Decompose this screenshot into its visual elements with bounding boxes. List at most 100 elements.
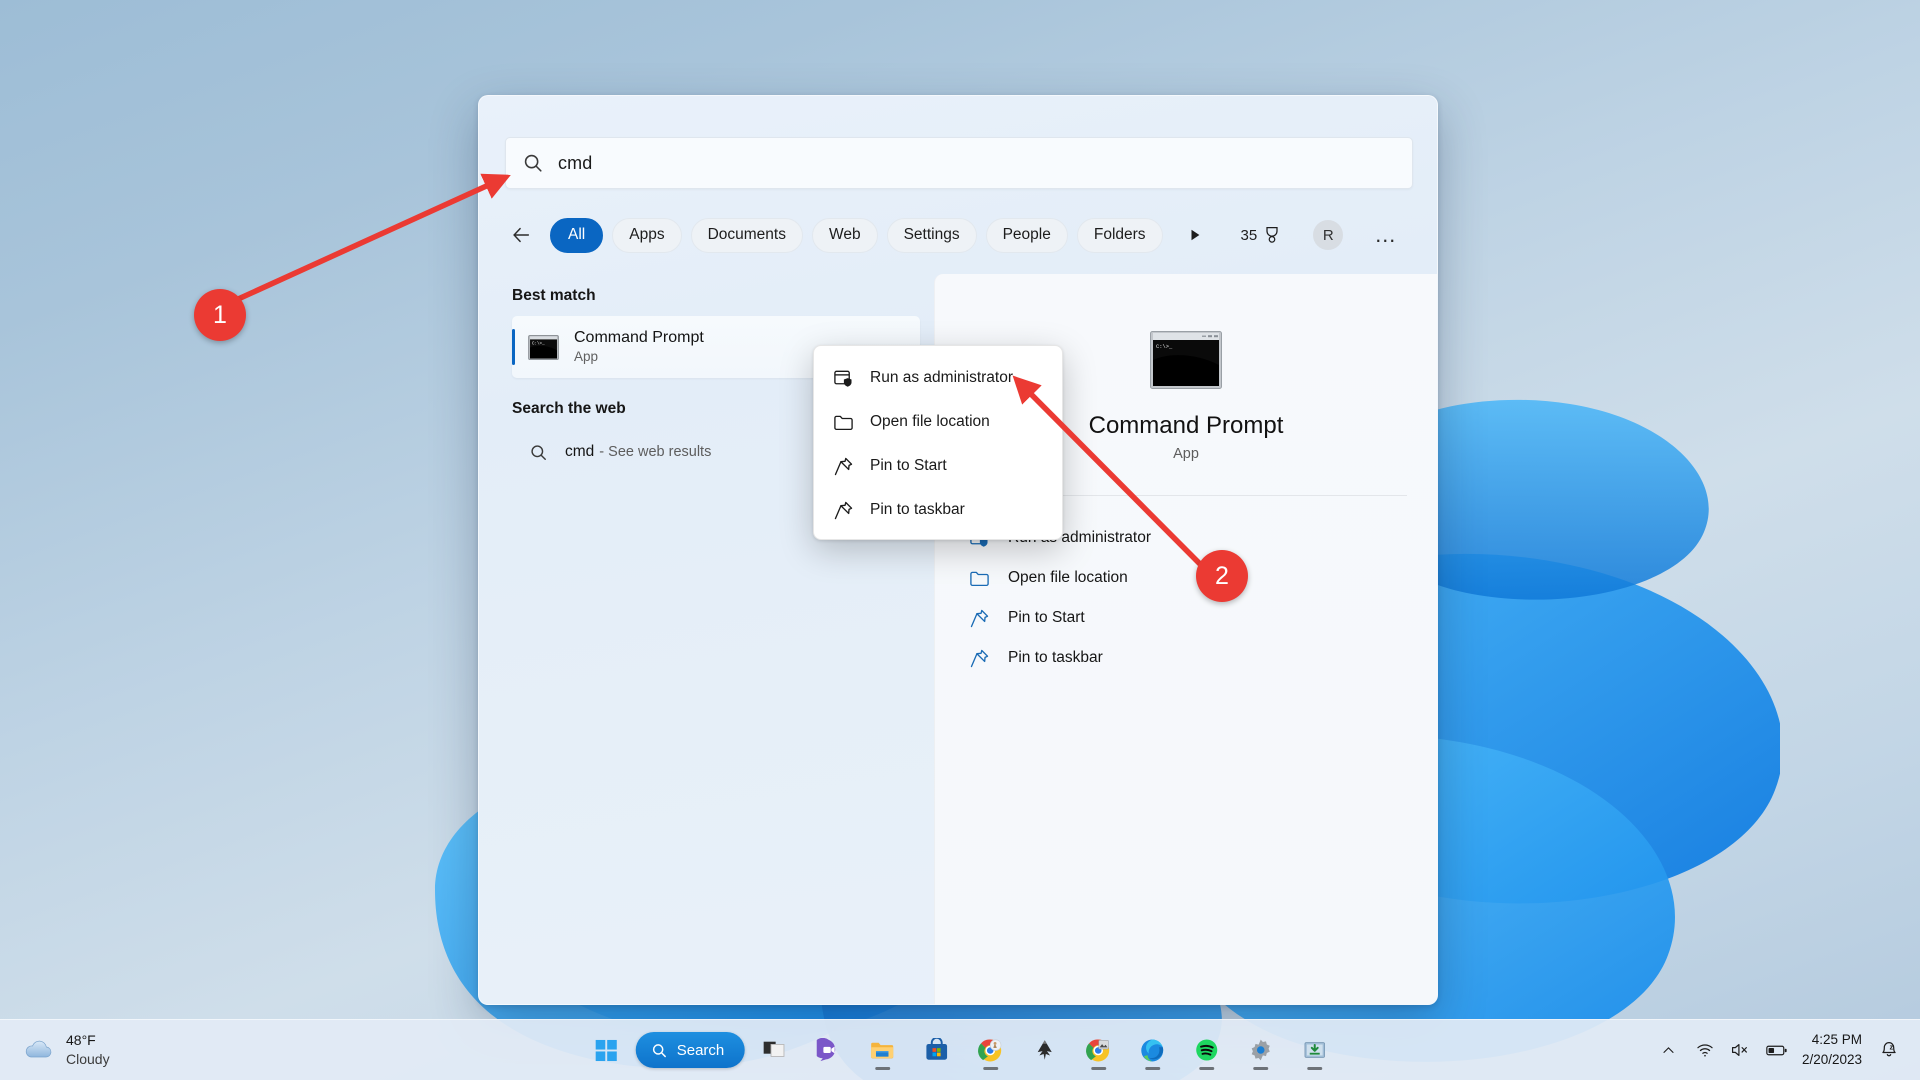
clock-date: 2/20/2023 <box>1801 1052 1862 1067</box>
microsoft-store-button[interactable] <box>912 1028 960 1072</box>
tabs-overflow-button[interactable] <box>1182 219 1208 251</box>
tab-label: Web <box>828 226 861 243</box>
tab-label: All <box>568 226 586 243</box>
settings-gear-icon <box>1251 1039 1270 1061</box>
edge-button[interactable] <box>1128 1028 1176 1072</box>
annotation-badge-1: 1 <box>194 289 246 341</box>
chevron-up-icon <box>1663 1046 1674 1053</box>
file-explorer-button[interactable] <box>858 1028 906 1072</box>
tab-settings[interactable]: Settings <box>886 217 977 253</box>
desktop: cmd All Apps Documents Web Settings Peop… <box>0 0 1920 1080</box>
speaker-muted-icon <box>1732 1044 1748 1056</box>
context-menu: Run as administrator Open file location … <box>813 345 1063 540</box>
file-explorer-icon <box>871 1042 894 1058</box>
best-match-subtitle: App <box>574 349 599 365</box>
tab-documents[interactable]: Documents <box>690 217 803 253</box>
preview-actions-list: Run as administrator Open file location <box>935 518 1437 678</box>
search-icon <box>524 154 542 172</box>
context-menu-item-label: Run as administrator <box>870 369 1014 386</box>
tab-web[interactable]: Web <box>811 217 878 253</box>
back-arrow-icon <box>513 227 530 243</box>
bell-dnd-icon: z <box>1882 1042 1896 1057</box>
annotation-badge-2: 2 <box>1196 550 1248 602</box>
battery-icon <box>1766 1045 1787 1055</box>
back-button[interactable] <box>505 219 537 251</box>
battery-button[interactable] <box>1760 1030 1794 1070</box>
search-icon <box>531 444 546 460</box>
preview-action-pin-to-start[interactable]: Pin to Start <box>968 598 1437 638</box>
annotation-arrow-1 <box>234 173 512 303</box>
command-prompt-icon: C:\>_ <box>528 334 559 360</box>
cloud-icon <box>25 1040 52 1058</box>
svg-text:z: z <box>1890 1043 1894 1052</box>
chat-teams-icon <box>816 1038 835 1062</box>
context-menu-item-open-file-location[interactable]: Open file location <box>814 400 1062 444</box>
command-prompt-icon: C:\>_ <box>1150 331 1222 389</box>
settings-button[interactable] <box>1236 1028 1284 1072</box>
taskbar-search-button[interactable]: Search <box>635 1032 745 1068</box>
tab-apps[interactable]: Apps <box>612 217 682 253</box>
volume-button[interactable] <box>1724 1030 1758 1070</box>
preview-action-label: Pin to Start <box>1008 609 1085 626</box>
wifi-icon <box>1697 1044 1713 1057</box>
start-button[interactable] <box>582 1028 630 1072</box>
play-triangle-icon <box>1191 229 1199 241</box>
clock[interactable]: 4:25 PM 2/20/2023 <box>1796 1030 1870 1069</box>
tray-overflow-button[interactable] <box>1652 1030 1686 1070</box>
avatar[interactable]: R <box>1313 220 1344 250</box>
windows-logo-icon <box>595 1039 617 1061</box>
search-icon <box>652 1043 666 1057</box>
pin-icon <box>968 647 990 669</box>
system-tray: 4:25 PM 2/20/2023 z <box>1652 1030 1906 1070</box>
rewards-count: 35 <box>1240 226 1258 244</box>
chrome-second-button[interactable] <box>1074 1028 1122 1072</box>
downloads-button[interactable] <box>1290 1028 1338 1072</box>
web-result-query: cmd <box>565 443 595 460</box>
best-match-title: Command Prompt <box>574 329 704 347</box>
inkscape-button[interactable] <box>1020 1028 1068 1072</box>
inkscape-icon <box>1037 1040 1052 1060</box>
chrome-icon <box>978 1038 1002 1061</box>
network-button[interactable] <box>1688 1030 1722 1070</box>
clock-time: 4:25 PM <box>1811 1032 1862 1048</box>
context-menu-item-label: Open file location <box>870 413 990 430</box>
search-input[interactable]: cmd <box>505 137 1413 189</box>
search-input-value: cmd <box>558 152 593 173</box>
svg-text:C:\>_: C:\>_ <box>532 341 545 346</box>
shield-window-icon <box>832 367 854 389</box>
weather-condition: Cloudy <box>66 1050 110 1067</box>
tab-label: Documents <box>707 226 786 243</box>
chrome-profile-button[interactable] <box>966 1028 1014 1072</box>
preview-action-pin-to-taskbar[interactable]: Pin to taskbar <box>968 638 1437 678</box>
tab-all[interactable]: All <box>550 217 604 253</box>
task-view-icon <box>763 1041 784 1057</box>
taskbar-search-label: Search <box>676 1041 725 1059</box>
web-result-suffix: - See web results <box>599 444 712 460</box>
task-view-button[interactable] <box>750 1028 798 1072</box>
context-menu-item-label: Pin to Start <box>870 457 947 474</box>
context-menu-item-pin-to-start[interactable]: Pin to Start <box>814 444 1062 488</box>
notifications-button[interactable]: z <box>1872 1030 1906 1070</box>
tab-label: People <box>1002 226 1051 243</box>
pin-icon <box>832 499 854 521</box>
context-menu-item-pin-to-taskbar[interactable]: Pin to taskbar <box>814 488 1062 532</box>
context-menu-item-label: Pin to taskbar <box>870 501 965 518</box>
chat-teams-button[interactable] <box>804 1028 852 1072</box>
spotify-button[interactable] <box>1182 1028 1230 1072</box>
weather-widget[interactable]: 48°F Cloudy <box>22 1032 110 1068</box>
tab-label: Folders <box>1093 226 1146 243</box>
taskbar-apps: Search <box>582 1028 1339 1072</box>
pin-icon <box>968 607 990 629</box>
tab-label: Apps <box>629 226 665 243</box>
preview-action-label: Pin to taskbar <box>1008 649 1103 666</box>
tab-folders[interactable]: Folders <box>1076 217 1163 253</box>
svg-text:C:\>_: C:\>_ <box>1156 344 1173 350</box>
download-icon <box>1304 1042 1325 1058</box>
more-options-button[interactable]: … <box>1374 224 1397 246</box>
tab-people[interactable]: People <box>985 217 1068 253</box>
preview-action-label: Open file location <box>1008 569 1128 586</box>
search-flyout-window: cmd All Apps Documents Web Settings Peop… <box>478 95 1438 1005</box>
pin-icon <box>832 455 854 477</box>
context-menu-item-run-as-administrator[interactable]: Run as administrator <box>814 356 1062 400</box>
rewards-indicator[interactable]: 35 <box>1241 225 1283 245</box>
